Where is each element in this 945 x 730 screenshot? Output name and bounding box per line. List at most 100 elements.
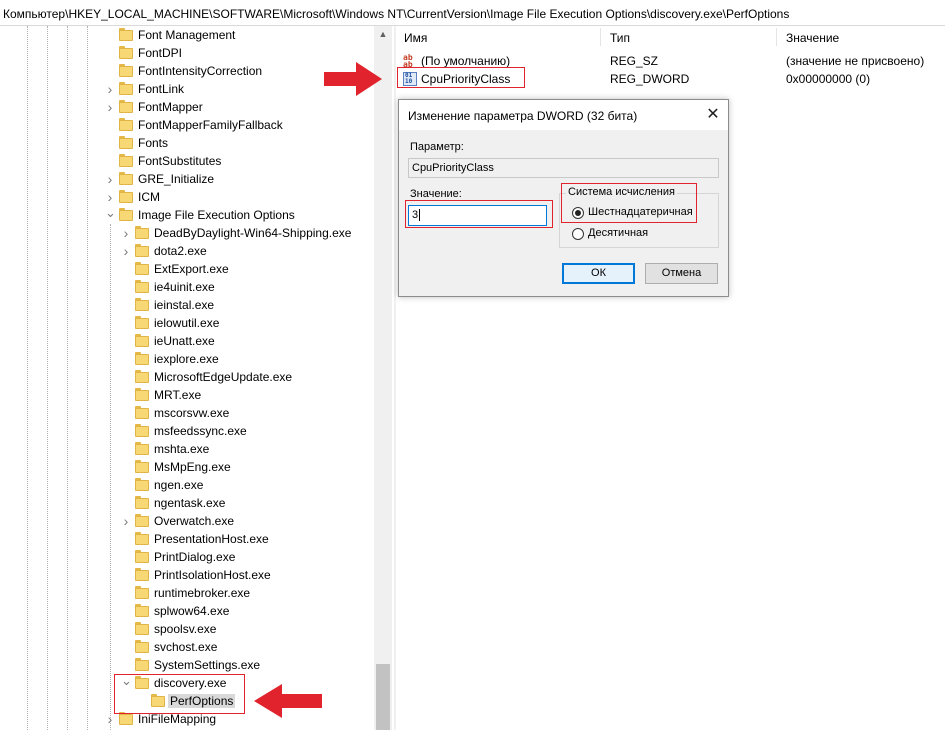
folder-icon	[135, 532, 149, 545]
tree-node[interactable]: mshta.exe	[0, 440, 374, 458]
chevron-right-icon[interactable]: ›	[121, 514, 131, 528]
address-path[interactable]: Компьютер\HKEY_LOCAL_MACHINE\SOFTWARE\Mi…	[3, 7, 789, 21]
expander-placeholder	[121, 335, 131, 347]
tree-node[interactable]: ieUnatt.exe	[0, 332, 374, 350]
scroll-thumb[interactable]	[376, 664, 390, 730]
column-header-name[interactable]: Имя	[404, 31, 427, 45]
expander-placeholder	[121, 263, 131, 275]
folder-icon	[135, 244, 149, 257]
tree-node[interactable]: Font Management	[0, 26, 374, 44]
tree-node[interactable]: Fonts	[0, 134, 374, 152]
tree-node[interactable]: SystemSettings.exe	[0, 656, 374, 674]
column-header-type[interactable]: Тип	[610, 31, 630, 45]
column-header-data[interactable]: Значение	[786, 31, 839, 45]
tree-node[interactable]: ngentask.exe	[0, 494, 374, 512]
expander-placeholder	[121, 641, 131, 653]
tree-node[interactable]: ie4uinit.exe	[0, 278, 374, 296]
tree-node-label: dota2.exe	[154, 244, 207, 258]
chevron-right-icon[interactable]: ›	[105, 82, 115, 96]
folder-icon	[119, 28, 133, 41]
folder-icon	[135, 262, 149, 275]
tree-node[interactable]: ExtExport.exe	[0, 260, 374, 278]
tree-node-label: mscorsvw.exe	[154, 406, 230, 420]
tree-node[interactable]: FontDPI	[0, 44, 374, 62]
tree-node[interactable]: FontMapperFamilyFallback	[0, 116, 374, 134]
chevron-down-icon[interactable]: ⌄	[105, 206, 116, 221]
tree-node[interactable]: MRT.exe	[0, 386, 374, 404]
chevron-right-icon[interactable]: ›	[105, 172, 115, 186]
tree-node[interactable]: mscorsvw.exe	[0, 404, 374, 422]
expander-placeholder	[121, 299, 131, 311]
tree-node[interactable]: MicrosoftEdgeUpdate.exe	[0, 368, 374, 386]
folder-icon	[135, 226, 149, 239]
chevron-right-icon[interactable]: ›	[121, 244, 131, 258]
tree-node[interactable]: › FontMapper	[0, 98, 374, 116]
tree-node[interactable]: › DeadByDaylight-Win64-Shipping.exe	[0, 224, 374, 242]
tree-node[interactable]: spoolsv.exe	[0, 620, 374, 638]
folder-icon	[135, 568, 149, 581]
tree-node[interactable]: PrintIsolationHost.exe	[0, 566, 374, 584]
close-icon[interactable]: ✕	[698, 100, 728, 130]
tree-node[interactable]: ieinstal.exe	[0, 296, 374, 314]
expander-placeholder	[121, 569, 131, 581]
chevron-right-icon[interactable]: ›	[121, 226, 131, 240]
chevron-right-icon[interactable]: ›	[105, 190, 115, 204]
chevron-right-icon[interactable]: ›	[105, 712, 115, 726]
tree-node[interactable]: PresentationHost.exe	[0, 530, 374, 548]
tree-node[interactable]: MsMpEng.exe	[0, 458, 374, 476]
dialog-titlebar[interactable]: Изменение параметра DWORD (32 бита) ✕	[399, 100, 728, 130]
expander-placeholder	[121, 317, 131, 329]
param-label: Параметр:	[410, 141, 464, 153]
expander-placeholder	[121, 605, 131, 617]
tree-node-label: ICM	[138, 190, 160, 204]
value-data: (значение не присвоено)	[786, 54, 925, 68]
red-arrow-left-icon	[254, 684, 322, 718]
tree-node[interactable]: › dota2.exe	[0, 242, 374, 260]
tree-node[interactable]: msfeedssync.exe	[0, 422, 374, 440]
string-value-icon: ab ab	[403, 53, 413, 69]
expander-placeholder	[121, 371, 131, 383]
tree-node[interactable]: › FontLink	[0, 80, 374, 98]
tree-node-label: splwow64.exe	[154, 604, 230, 618]
tree-node[interactable]: FontIntensityCorrection	[0, 62, 374, 80]
folder-icon	[135, 496, 149, 509]
tree-node[interactable]: ielowutil.exe	[0, 314, 374, 332]
tree-node-label: mshta.exe	[154, 442, 210, 456]
scroll-up-arrow-icon[interactable]: ▲	[374, 26, 392, 43]
tree-node[interactable]: FontSubstitutes	[0, 152, 374, 170]
expander-placeholder	[121, 425, 131, 437]
tree-node[interactable]: › Overwatch.exe	[0, 512, 374, 530]
ok-button[interactable]: ОК	[562, 263, 635, 284]
tree-node-label: FontIntensityCorrection	[138, 64, 263, 78]
tree-scrollbar[interactable]: ▲	[374, 26, 392, 730]
tree-node-label: Overwatch.exe	[154, 514, 235, 528]
tree-node[interactable]: › ICM	[0, 188, 374, 206]
tree-node[interactable]: › GRE_Initialize	[0, 170, 374, 188]
tree-node[interactable]: runtimebroker.exe	[0, 584, 374, 602]
expander-placeholder	[121, 443, 131, 455]
tree-node[interactable]: PrintDialog.exe	[0, 548, 374, 566]
expander-placeholder	[121, 353, 131, 365]
tree-node[interactable]: splwow64.exe	[0, 602, 374, 620]
param-name-field: CpuPriorityClass	[408, 158, 719, 178]
tree-node[interactable]: ngen.exe	[0, 476, 374, 494]
tree-node[interactable]: iexplore.exe	[0, 350, 374, 368]
highlight-discovery-node	[114, 674, 245, 714]
expander-placeholder	[121, 533, 131, 545]
tree-node[interactable]: ⌄ Image File Execution Options	[0, 206, 374, 224]
folder-icon	[135, 604, 149, 617]
folder-icon	[135, 640, 149, 653]
tree-node[interactable]: svchost.exe	[0, 638, 374, 656]
tree-node-label: spoolsv.exe	[154, 622, 217, 636]
tree-node-label: DeadByDaylight-Win64-Shipping.exe	[154, 226, 352, 240]
expander-placeholder	[121, 659, 131, 671]
chevron-right-icon[interactable]: ›	[105, 100, 115, 114]
cancel-button[interactable]: Отмена	[645, 263, 718, 284]
tree-node-label: FontDPI	[138, 46, 183, 60]
tree-node-label: FontMapperFamilyFallback	[138, 118, 283, 132]
expander-placeholder	[105, 65, 115, 77]
address-bar[interactable]: Компьютер\HKEY_LOCAL_MACHINE\SOFTWARE\Mi…	[0, 0, 945, 26]
radio-decimal[interactable]: Десятичная	[572, 227, 672, 243]
folder-icon	[119, 46, 133, 59]
folder-icon	[135, 406, 149, 419]
